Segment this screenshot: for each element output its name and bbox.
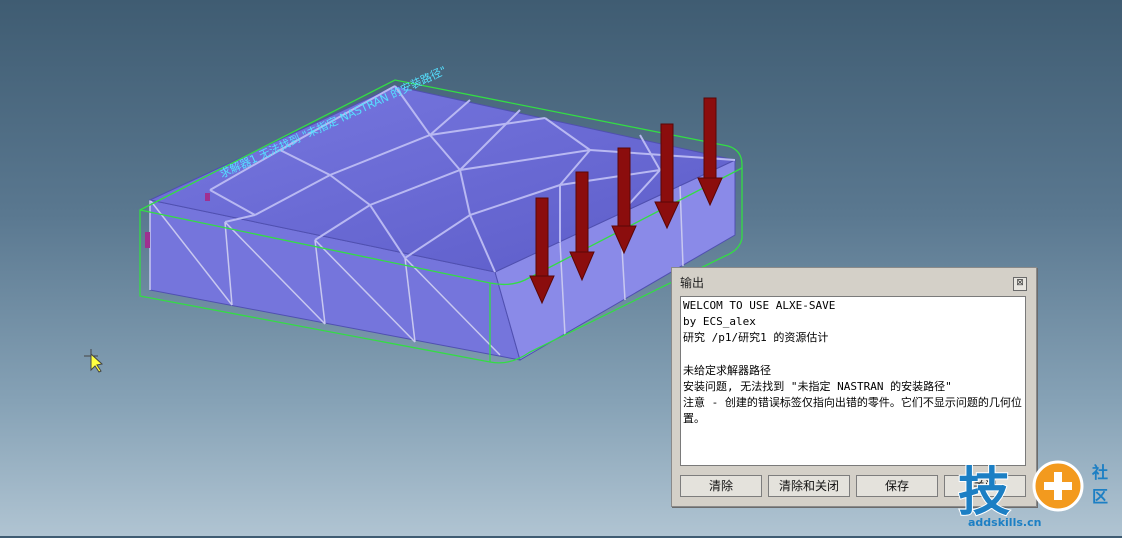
output-line: WELCOM TO USE ALXE-SAVE: [683, 299, 836, 312]
output-line: 安装问题, 无法找到 "未指定 NASTRAN 的安装路径": [683, 380, 952, 394]
error-marker: [145, 232, 150, 248]
clear-button[interactable]: 清除: [680, 475, 762, 497]
output-line: by ECS_alex: [683, 315, 756, 329]
close-icon[interactable]: ⊠: [1013, 277, 1027, 291]
error-marker: [205, 193, 210, 201]
clear-and-close-button[interactable]: 清除和关闭: [768, 475, 850, 497]
output-line: 注意 - 创建的错误标签仅指向出错的零件。它们不显示问题的几何位置。: [683, 396, 1022, 426]
watermark-badge-top: 社: [1091, 463, 1108, 482]
watermark-char: 技: [958, 463, 1010, 523]
output-text-area[interactable]: WELCOM TO USE ALXE-SAVE by ECS_alex 研究 /…: [680, 296, 1026, 466]
output-line: 未给定求解器路径: [683, 363, 771, 377]
watermark-url: addskills.cn: [968, 516, 1042, 529]
output-line: 研究 /p1/研究1 的资源估计: [683, 331, 829, 345]
watermark-badge-bottom: 区: [1092, 487, 1108, 506]
save-button[interactable]: 保存: [856, 475, 938, 497]
crosshair-cursor-icon: [84, 349, 104, 373]
dialog-title: 输出: [680, 276, 705, 290]
dialog-titlebar[interactable]: 输出: [672, 268, 1036, 298]
